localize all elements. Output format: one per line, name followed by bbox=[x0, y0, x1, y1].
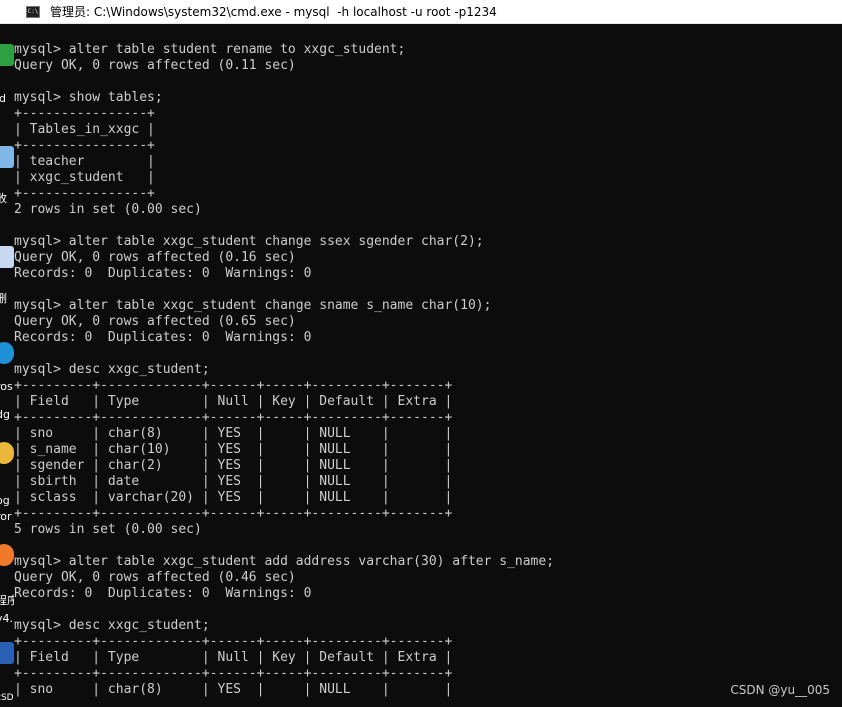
desktop-label: ros bbox=[0, 380, 13, 393]
console-line: +----------------+ bbox=[14, 186, 155, 201]
console-line: +---------+-------------+------+-----+--… bbox=[14, 634, 453, 649]
desktop-label: cSDN bbox=[0, 693, 14, 703]
console-line: +---------+-------------+------+-----+--… bbox=[14, 410, 453, 425]
chrome-icon[interactable] bbox=[0, 442, 14, 464]
console-line: +---------+-------------+------+-----+--… bbox=[14, 378, 453, 393]
desktop-label: dg bbox=[0, 408, 10, 421]
orange-app-icon[interactable] bbox=[0, 544, 14, 566]
console-line: | xxgc_student | bbox=[14, 170, 155, 185]
console-line: | teacher | bbox=[14, 154, 155, 169]
desktop-label: 收 bbox=[0, 192, 7, 205]
console-line: mysql> alter table xxgc_student add addr… bbox=[14, 554, 555, 569]
desktop-icons-strip: ld 收 删 ros dg og ror 程序 y4. cSDN bbox=[0, 24, 14, 707]
console-line: Query OK, 0 rows affected (0.16 sec) bbox=[14, 250, 296, 265]
console-line: Records: 0 Duplicates: 0 Warnings: 0 bbox=[14, 586, 312, 601]
console-line: Records: 0 Duplicates: 0 Warnings: 0 bbox=[14, 330, 312, 345]
window-titlebar[interactable]: C:\ 管理员: C:\Windows\system32\cmd.exe - m… bbox=[0, 0, 842, 24]
console-line: 2 rows in set (0.00 sec) bbox=[14, 202, 202, 217]
console-line: +---------+-------------+------+-----+--… bbox=[14, 506, 453, 521]
edge-icon[interactable] bbox=[0, 342, 14, 364]
desktop-label: 程序 bbox=[0, 594, 14, 607]
console-line: | Tables_in_xxgc | bbox=[14, 122, 155, 137]
console-line: | sclass | varchar(20) | YES | | NULL | … bbox=[14, 490, 453, 505]
console-output[interactable]: mysql> alter table student rename to xxg… bbox=[14, 42, 842, 698]
console-line: Query OK, 0 rows affected (0.11 sec) bbox=[14, 58, 296, 73]
console-line: mysql> alter table student rename to xxg… bbox=[14, 42, 406, 57]
desktop-label: ld bbox=[0, 92, 7, 105]
shortcut-icon[interactable] bbox=[0, 246, 14, 268]
console-line: | Field | Type | Null | Key | Default | … bbox=[14, 394, 453, 409]
console-line: | s_name | char(10) | YES | | NULL | | bbox=[14, 442, 453, 457]
console-line: | sgender | char(2) | YES | | NULL | | bbox=[14, 458, 453, 473]
console-line: mysql> desc xxgc_student; bbox=[14, 618, 210, 633]
console-line: +----------------+ bbox=[14, 138, 155, 153]
console-line: Query OK, 0 rows affected (0.65 sec) bbox=[14, 314, 296, 329]
console-line: Query OK, 0 rows affected (0.46 sec) bbox=[14, 570, 296, 585]
console-line: | Field | Type | Null | Key | Default | … bbox=[14, 650, 453, 665]
desktop-label: 删 bbox=[0, 292, 7, 305]
console-line: Records: 0 Duplicates: 0 Warnings: 0 bbox=[14, 266, 312, 281]
console-line: | sbirth | date | YES | | NULL | | bbox=[14, 474, 453, 489]
desktop-label: y4. bbox=[0, 612, 14, 625]
console-line: 5 rows in set (0.00 sec) bbox=[14, 522, 202, 537]
console-line: +---------+-------------+------+-----+--… bbox=[14, 666, 453, 681]
csdn-watermark: CSDN @yu__005 bbox=[730, 683, 830, 697]
console-line: | sno | char(8) | YES | | NULL | | bbox=[14, 426, 453, 441]
desktop-label: ror bbox=[0, 510, 12, 523]
recycle-bin-icon[interactable] bbox=[0, 146, 14, 168]
console-line: +----------------+ bbox=[14, 106, 155, 121]
console-line: | sno | char(8) | YES | | NULL | | bbox=[14, 682, 453, 697]
console-line: mysql> alter table xxgc_student change s… bbox=[14, 234, 484, 249]
cmd-app-icon: C:\ bbox=[26, 5, 40, 18]
desktop-label: og bbox=[0, 494, 10, 507]
console-line: mysql> alter table xxgc_student change s… bbox=[14, 298, 492, 313]
green-app-icon[interactable] bbox=[0, 44, 14, 66]
word-icon[interactable] bbox=[0, 642, 14, 664]
console-line: mysql> show tables; bbox=[14, 90, 163, 105]
cmd-window: C:\ 管理员: C:\Windows\system32\cmd.exe - m… bbox=[0, 0, 842, 707]
console-line: mysql> desc xxgc_student; bbox=[14, 362, 210, 377]
window-title: 管理员: C:\Windows\system32\cmd.exe - mysql… bbox=[50, 5, 497, 19]
